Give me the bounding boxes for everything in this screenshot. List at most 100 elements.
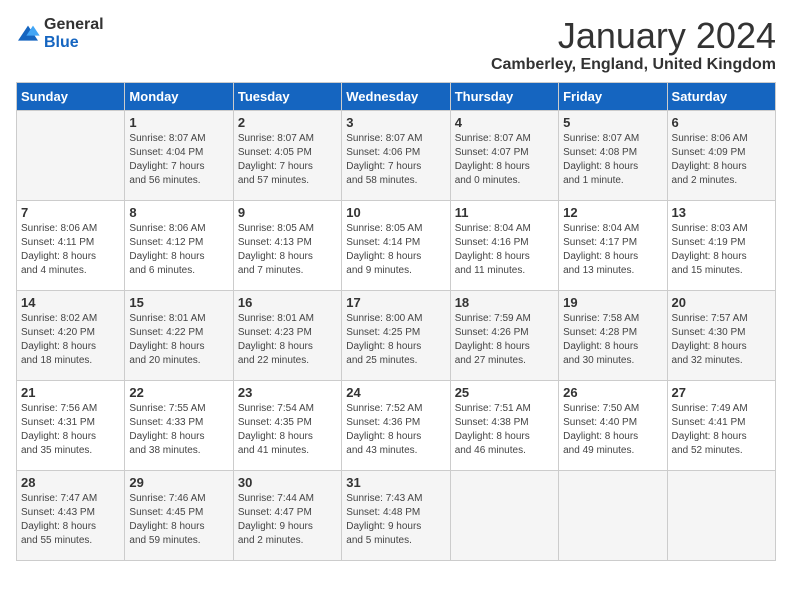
day-cell: 9 Sunrise: 8:05 AMSunset: 4:13 PMDaylight… bbox=[233, 200, 341, 290]
day-number: 29 bbox=[129, 475, 228, 490]
day-info: Sunrise: 8:01 AMSunset: 4:22 PMDaylight:… bbox=[129, 312, 228, 368]
day-info: Sunrise: 8:03 AMSunset: 4:19 PMDaylight:… bbox=[672, 222, 771, 278]
title-section: January 2024 Camberley, England, United … bbox=[491, 16, 776, 74]
day-cell bbox=[17, 110, 125, 200]
day-number: 31 bbox=[346, 475, 445, 490]
day-number: 27 bbox=[672, 385, 771, 400]
day-cell: 17 Sunrise: 8:00 AMSunset: 4:25 PMDayligh… bbox=[342, 290, 450, 380]
day-number: 9 bbox=[238, 205, 337, 220]
day-cell: 19 Sunrise: 7:58 AMSunset: 4:28 PMDayligh… bbox=[559, 290, 667, 380]
day-number: 21 bbox=[21, 385, 120, 400]
day-cell bbox=[450, 470, 558, 560]
day-info: Sunrise: 8:06 AMSunset: 4:11 PMDaylight:… bbox=[21, 222, 120, 278]
day-cell: 27 Sunrise: 7:49 AMSunset: 4:41 PMDayligh… bbox=[667, 380, 775, 470]
day-cell: 28 Sunrise: 7:47 AMSunset: 4:43 PMDayligh… bbox=[17, 470, 125, 560]
day-cell: 3 Sunrise: 8:07 AMSunset: 4:06 PMDaylight… bbox=[342, 110, 450, 200]
day-number: 28 bbox=[21, 475, 120, 490]
day-number: 26 bbox=[563, 385, 662, 400]
logo-general: General bbox=[44, 16, 104, 33]
day-info: Sunrise: 7:52 AMSunset: 4:36 PMDaylight:… bbox=[346, 402, 445, 458]
header-thursday: Thursday bbox=[450, 82, 558, 110]
day-number: 16 bbox=[238, 295, 337, 310]
day-info: Sunrise: 7:59 AMSunset: 4:26 PMDaylight:… bbox=[455, 312, 554, 368]
day-info: Sunrise: 7:46 AMSunset: 4:45 PMDaylight:… bbox=[129, 492, 228, 548]
logo-icon bbox=[16, 24, 40, 44]
day-info: Sunrise: 8:07 AMSunset: 4:07 PMDaylight:… bbox=[455, 132, 554, 188]
location-title: Camberley, England, United Kingdom bbox=[491, 56, 776, 74]
day-cell: 29 Sunrise: 7:46 AMSunset: 4:45 PMDayligh… bbox=[125, 470, 233, 560]
day-info: Sunrise: 8:06 AMSunset: 4:09 PMDaylight:… bbox=[672, 132, 771, 188]
day-info: Sunrise: 8:05 AMSunset: 4:14 PMDaylight:… bbox=[346, 222, 445, 278]
day-info: Sunrise: 7:49 AMSunset: 4:41 PMDaylight:… bbox=[672, 402, 771, 458]
day-number: 22 bbox=[129, 385, 228, 400]
day-info: Sunrise: 7:58 AMSunset: 4:28 PMDaylight:… bbox=[563, 312, 662, 368]
day-number: 14 bbox=[21, 295, 120, 310]
day-number: 20 bbox=[672, 295, 771, 310]
day-cell: 7 Sunrise: 8:06 AMSunset: 4:11 PMDaylight… bbox=[17, 200, 125, 290]
day-info: Sunrise: 8:05 AMSunset: 4:13 PMDaylight:… bbox=[238, 222, 337, 278]
day-info: Sunrise: 7:43 AMSunset: 4:48 PMDaylight:… bbox=[346, 492, 445, 548]
page-header: General Blue January 2024 Camberley, Eng… bbox=[16, 16, 776, 74]
day-number: 11 bbox=[455, 205, 554, 220]
day-info: Sunrise: 8:07 AMSunset: 4:06 PMDaylight:… bbox=[346, 132, 445, 188]
day-info: Sunrise: 8:07 AMSunset: 4:05 PMDaylight:… bbox=[238, 132, 337, 188]
day-cell: 23Sunrise: 7:54 AMSunset: 4:35 PMDayligh… bbox=[233, 380, 341, 470]
day-number: 15 bbox=[129, 295, 228, 310]
day-info: Sunrise: 8:00 AMSunset: 4:25 PMDaylight:… bbox=[346, 312, 445, 368]
week-row-5: 28 Sunrise: 7:47 AMSunset: 4:43 PMDayligh… bbox=[17, 470, 776, 560]
day-cell bbox=[559, 470, 667, 560]
day-cell: 6 Sunrise: 8:06 AMSunset: 4:09 PMDaylight… bbox=[667, 110, 775, 200]
calendar-table: SundayMondayTuesdayWednesdayThursdayFrid… bbox=[16, 82, 776, 561]
day-cell bbox=[667, 470, 775, 560]
day-info: Sunrise: 8:04 AMSunset: 4:17 PMDaylight:… bbox=[563, 222, 662, 278]
day-number: 4 bbox=[455, 115, 554, 130]
day-number: 6 bbox=[672, 115, 771, 130]
day-cell: 21Sunrise: 7:56 AMSunset: 4:31 PMDayligh… bbox=[17, 380, 125, 470]
day-number: 7 bbox=[21, 205, 120, 220]
day-info: Sunrise: 8:07 AMSunset: 4:04 PMDaylight:… bbox=[129, 132, 228, 188]
day-number: 19 bbox=[563, 295, 662, 310]
day-cell: 22 Sunrise: 7:55 AMSunset: 4:33 PMDayligh… bbox=[125, 380, 233, 470]
week-row-4: 21Sunrise: 7:56 AMSunset: 4:31 PMDayligh… bbox=[17, 380, 776, 470]
day-info: Sunrise: 8:06 AMSunset: 4:12 PMDaylight:… bbox=[129, 222, 228, 278]
day-cell: 13Sunrise: 8:03 AMSunset: 4:19 PMDayligh… bbox=[667, 200, 775, 290]
day-info: Sunrise: 8:02 AMSunset: 4:20 PMDaylight:… bbox=[21, 312, 120, 368]
day-info: Sunrise: 8:04 AMSunset: 4:16 PMDaylight:… bbox=[455, 222, 554, 278]
day-info: Sunrise: 7:47 AMSunset: 4:43 PMDaylight:… bbox=[21, 492, 120, 548]
day-number: 25 bbox=[455, 385, 554, 400]
day-cell: 1 Sunrise: 8:07 AMSunset: 4:04 PMDaylight… bbox=[125, 110, 233, 200]
day-cell: 30Sunrise: 7:44 AMSunset: 4:47 PMDayligh… bbox=[233, 470, 341, 560]
day-number: 18 bbox=[455, 295, 554, 310]
day-info: Sunrise: 7:54 AMSunset: 4:35 PMDaylight:… bbox=[238, 402, 337, 458]
header-monday: Monday bbox=[125, 82, 233, 110]
day-number: 8 bbox=[129, 205, 228, 220]
day-cell: 25 Sunrise: 7:51 AMSunset: 4:38 PMDayligh… bbox=[450, 380, 558, 470]
day-info: Sunrise: 7:55 AMSunset: 4:33 PMDaylight:… bbox=[129, 402, 228, 458]
logo-blue: Blue bbox=[44, 34, 79, 51]
header-friday: Friday bbox=[559, 82, 667, 110]
header-wednesday: Wednesday bbox=[342, 82, 450, 110]
day-info: Sunrise: 7:44 AMSunset: 4:47 PMDaylight:… bbox=[238, 492, 337, 548]
day-cell: 16Sunrise: 8:01 AMSunset: 4:23 PMDayligh… bbox=[233, 290, 341, 380]
calendar-header-row: SundayMondayTuesdayWednesdayThursdayFrid… bbox=[17, 82, 776, 110]
day-cell: 4 Sunrise: 8:07 AMSunset: 4:07 PMDaylight… bbox=[450, 110, 558, 200]
day-cell: 8 Sunrise: 8:06 AMSunset: 4:12 PMDaylight… bbox=[125, 200, 233, 290]
day-number: 3 bbox=[346, 115, 445, 130]
day-cell: 26 Sunrise: 7:50 AMSunset: 4:40 PMDayligh… bbox=[559, 380, 667, 470]
day-number: 1 bbox=[129, 115, 228, 130]
day-info: Sunrise: 7:50 AMSunset: 4:40 PMDaylight:… bbox=[563, 402, 662, 458]
header-tuesday: Tuesday bbox=[233, 82, 341, 110]
day-info: Sunrise: 7:51 AMSunset: 4:38 PMDaylight:… bbox=[455, 402, 554, 458]
header-saturday: Saturday bbox=[667, 82, 775, 110]
day-number: 5 bbox=[563, 115, 662, 130]
day-number: 17 bbox=[346, 295, 445, 310]
day-number: 12 bbox=[563, 205, 662, 220]
day-cell: 18 Sunrise: 7:59 AMSunset: 4:26 PMDayligh… bbox=[450, 290, 558, 380]
day-info: Sunrise: 8:07 AMSunset: 4:08 PMDaylight:… bbox=[563, 132, 662, 188]
day-cell: 20Sunrise: 7:57 AMSunset: 4:30 PMDayligh… bbox=[667, 290, 775, 380]
week-row-1: 1 Sunrise: 8:07 AMSunset: 4:04 PMDaylight… bbox=[17, 110, 776, 200]
day-cell: 5 Sunrise: 8:07 AMSunset: 4:08 PMDaylight… bbox=[559, 110, 667, 200]
day-cell: 11 Sunrise: 8:04 AMSunset: 4:16 PMDayligh… bbox=[450, 200, 558, 290]
day-cell: 14 Sunrise: 8:02 AMSunset: 4:20 PMDayligh… bbox=[17, 290, 125, 380]
day-cell: 2Sunrise: 8:07 AMSunset: 4:05 PMDaylight… bbox=[233, 110, 341, 200]
